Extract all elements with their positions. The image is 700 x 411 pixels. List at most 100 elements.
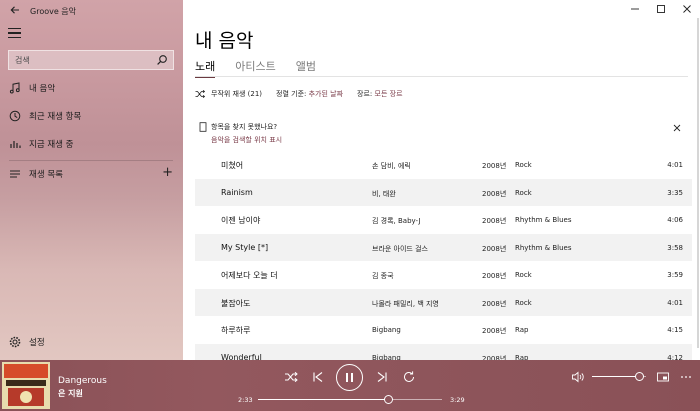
album-art[interactable] [2, 362, 50, 409]
table-row[interactable]: Rainism 비, 태완 2008년 Rock 3:35 [195, 178, 692, 206]
sidebar-item-label: 지금 재생 중 [29, 140, 74, 150]
volume-slider-fill [592, 376, 640, 377]
track-list: 미쳤어 손 담비, 에릭 2008년 Rock 4:01 Rainism 비, … [195, 151, 692, 371]
track-year: 2008년 [482, 189, 507, 198]
sidebar-item-playlists[interactable]: 재생 목록 + [0, 162, 183, 186]
track-year: 2008년 [482, 217, 507, 225]
close-icon [683, 5, 691, 13]
choose-music-location-link[interactable]: 음악을 검색할 위치 표시 [211, 135, 282, 145]
track-title: Rainism [221, 187, 253, 197]
sort-dropdown[interactable]: 추가된 날짜 [309, 89, 343, 99]
sidebar-item-now-playing[interactable]: 지금 재생 중 [0, 132, 183, 156]
sidebar-item-settings[interactable]: 설정 [0, 330, 183, 354]
search-box [8, 50, 174, 70]
track-artist[interactable]: 브라운 아이드 걸스 [372, 244, 428, 254]
table-row[interactable]: 미쳤어 손 담비, 에릭 2008년 Rock 4:01 [195, 151, 692, 179]
track-duration: 3:58 [667, 243, 683, 252]
notice-title: 항목을 찾지 못했나요? [211, 123, 278, 131]
track-title: My Style [*] [221, 242, 269, 252]
track-genre: Rock [515, 298, 532, 307]
elapsed-time: 2:33 [238, 396, 253, 404]
track-artist[interactable]: 김 경록, Baby-J [372, 216, 421, 226]
close-window-button[interactable] [674, 0, 700, 18]
sort-label: 정렬 기준: [276, 90, 307, 98]
sidebar-item-recent[interactable]: 최근 재생 항목 [0, 104, 183, 128]
track-duration: 4:01 [667, 161, 683, 169]
track-artist[interactable]: 나몰라 패밀리, 백 지영 [372, 299, 439, 309]
track-year: 2008년 [482, 299, 507, 308]
search-icon[interactable] [156, 54, 168, 66]
track-year: 2008년 [482, 272, 507, 280]
search-input[interactable] [9, 51, 149, 69]
tab-artists[interactable]: 아티스트 [235, 58, 275, 74]
track-artist[interactable]: Bigbang [372, 326, 401, 334]
seek-bar-thumb[interactable] [384, 395, 394, 404]
track-genre: Rock [515, 188, 532, 197]
tab-albums[interactable]: 앨범 [296, 58, 316, 74]
seek-bar[interactable] [258, 395, 442, 404]
clock-icon [9, 110, 21, 122]
close-icon[interactable] [672, 123, 682, 133]
pause-button[interactable] [336, 364, 363, 391]
album-cover-image [2, 362, 50, 409]
hamburger-menu-icon[interactable] [8, 28, 22, 40]
window-controls [622, 0, 700, 18]
track-artist[interactable]: 김 종국 [372, 271, 394, 281]
track-title: 미쳤어 [221, 161, 244, 170]
tab-divider [195, 76, 688, 77]
table-row[interactable]: 하루하루 Bigbang 2008년 Rap 4:15 [195, 316, 692, 344]
volume-slider[interactable] [592, 372, 646, 381]
scrollbar[interactable] [697, 18, 699, 348]
table-row[interactable]: 어제보다 오늘 더 김 종국 2008년 Rock 3:59 [195, 261, 692, 289]
mini-player-icon[interactable] [656, 370, 670, 384]
shuffle-all-button[interactable]: 무작위 재생 (21) [211, 89, 262, 99]
page-title: 내 음악 [195, 30, 254, 52]
back-arrow-icon[interactable] [9, 4, 21, 16]
minimize-icon [631, 8, 639, 10]
tab-songs[interactable]: 노래 [195, 58, 216, 78]
add-playlist-button[interactable]: + [162, 166, 173, 179]
volume-icon[interactable] [571, 370, 585, 384]
main-content: 내 음악 노래 아티스트 앨범 무작위 재생 (21) 정렬 기준: 추가된 날… [183, 0, 700, 371]
track-genre: Rap [515, 326, 529, 334]
tab-bar: 노래 아티스트 앨범 [195, 58, 336, 78]
app-title: Groove 음악 [30, 7, 77, 16]
track-year: 2008년 [482, 162, 507, 170]
track-year: 2008년 [482, 244, 507, 253]
total-time: 3:29 [450, 396, 465, 404]
track-title: 불잡아도 [221, 298, 251, 308]
track-artist[interactable]: 손 담비, 에릭 [372, 161, 411, 171]
minimize-button[interactable] [622, 0, 648, 18]
now-playing-bar: Dangerous 은 지원 2:33 3:29 [0, 360, 700, 411]
genre-dropdown[interactable]: 모든 장르 [375, 89, 403, 99]
previous-track-icon[interactable] [311, 370, 325, 384]
table-row[interactable]: 불잡아도 나몰라 패밀리, 백 지영 2008년 Rock 4:01 [195, 288, 692, 316]
track-title: 어제보다 오늘 더 [221, 271, 278, 280]
track-genre: Rock [515, 161, 532, 169]
sidebar-item-my-music[interactable]: 내 음악 [0, 76, 183, 100]
now-playing-title[interactable]: Dangerous [58, 376, 107, 386]
device-icon [199, 122, 207, 132]
settings-label: 설정 [29, 338, 45, 348]
seek-bar-progress [258, 399, 389, 400]
track-genre: Rhythm & Blues [515, 243, 572, 252]
track-year: 2008년 [482, 327, 507, 335]
track-artist[interactable]: 비, 태완 [372, 189, 396, 199]
repeat-icon[interactable] [402, 370, 416, 384]
shuffle-icon[interactable] [195, 90, 205, 98]
track-genre: Rock [515, 271, 532, 279]
table-row[interactable]: My Style [*] 브라운 아이드 걸스 2008년 Rhythm & B… [195, 233, 692, 261]
sidebar-item-label: 재생 목록 [29, 170, 63, 180]
shuffle-icon[interactable] [284, 370, 298, 384]
more-options-icon[interactable] [679, 370, 693, 384]
maximize-button[interactable] [648, 0, 674, 18]
table-row[interactable]: 이젠 남이야 김 경록, Baby-J 2008년 Rhythm & Blues… [195, 206, 692, 234]
now-playing-artist[interactable]: 은 지원 [58, 388, 83, 399]
playlist-icon [10, 170, 20, 178]
sidebar-item-label: 최근 재생 항목 [29, 112, 82, 122]
missing-music-notice: 항목을 찾지 못했나요? 음악을 검색할 위치 표시 [195, 117, 688, 149]
next-track-icon[interactable] [375, 370, 389, 384]
volume-slider-thumb[interactable] [635, 372, 645, 381]
track-title: 하루하루 [221, 326, 251, 335]
sidebar-divider [9, 160, 173, 161]
